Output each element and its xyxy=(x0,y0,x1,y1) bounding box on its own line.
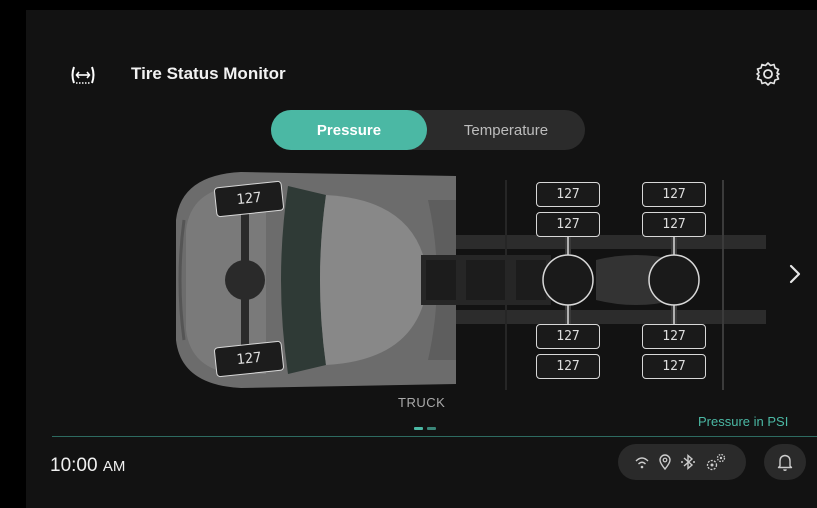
tire-rear1-right-outer[interactable]: 127 xyxy=(536,354,600,379)
tire-rear2-right-outer[interactable]: 127 xyxy=(642,354,706,379)
tire-rear2-left-outer[interactable]: 127 xyxy=(642,182,706,207)
notification-button[interactable] xyxy=(764,444,806,480)
page-indicator xyxy=(414,417,440,435)
clock: 10:00 AM xyxy=(50,455,125,477)
gears-icon xyxy=(706,453,726,471)
bluetooth-icon xyxy=(681,453,695,471)
chevron-right-icon[interactable] xyxy=(786,260,804,288)
wifi-icon xyxy=(635,457,649,469)
location-icon xyxy=(659,454,671,471)
tpms-icon xyxy=(71,66,95,84)
tab-pressure[interactable]: Pressure xyxy=(271,110,427,150)
tire-rear2-left-inner[interactable]: 127 xyxy=(642,212,706,237)
divider xyxy=(52,436,817,437)
tire-rear1-right-inner[interactable]: 127 xyxy=(536,324,600,349)
tire-rear1-left-outer[interactable]: 127 xyxy=(536,182,600,207)
page-title: Tire Status Monitor xyxy=(131,64,286,83)
tire-status-screen: Tire Status Monitor Pressure Temperature xyxy=(26,10,817,508)
gear-icon[interactable] xyxy=(754,60,782,88)
tire-rear2-right-inner[interactable]: 127 xyxy=(642,324,706,349)
page-dot-active xyxy=(414,427,423,430)
vehicle-label: TRUCK xyxy=(398,395,446,410)
tab-temperature[interactable]: Temperature xyxy=(427,110,585,150)
clock-ampm: AM xyxy=(102,458,126,475)
connectivity-status[interactable] xyxy=(618,444,746,480)
pressure-temperature-toggle: Pressure Temperature xyxy=(271,110,585,150)
clock-time: 10:00 xyxy=(50,455,98,476)
page-dot xyxy=(427,427,436,430)
tire-rear1-left-inner[interactable]: 127 xyxy=(536,212,600,237)
bell-icon xyxy=(777,454,793,471)
unit-note: Pressure in PSI xyxy=(698,414,789,429)
